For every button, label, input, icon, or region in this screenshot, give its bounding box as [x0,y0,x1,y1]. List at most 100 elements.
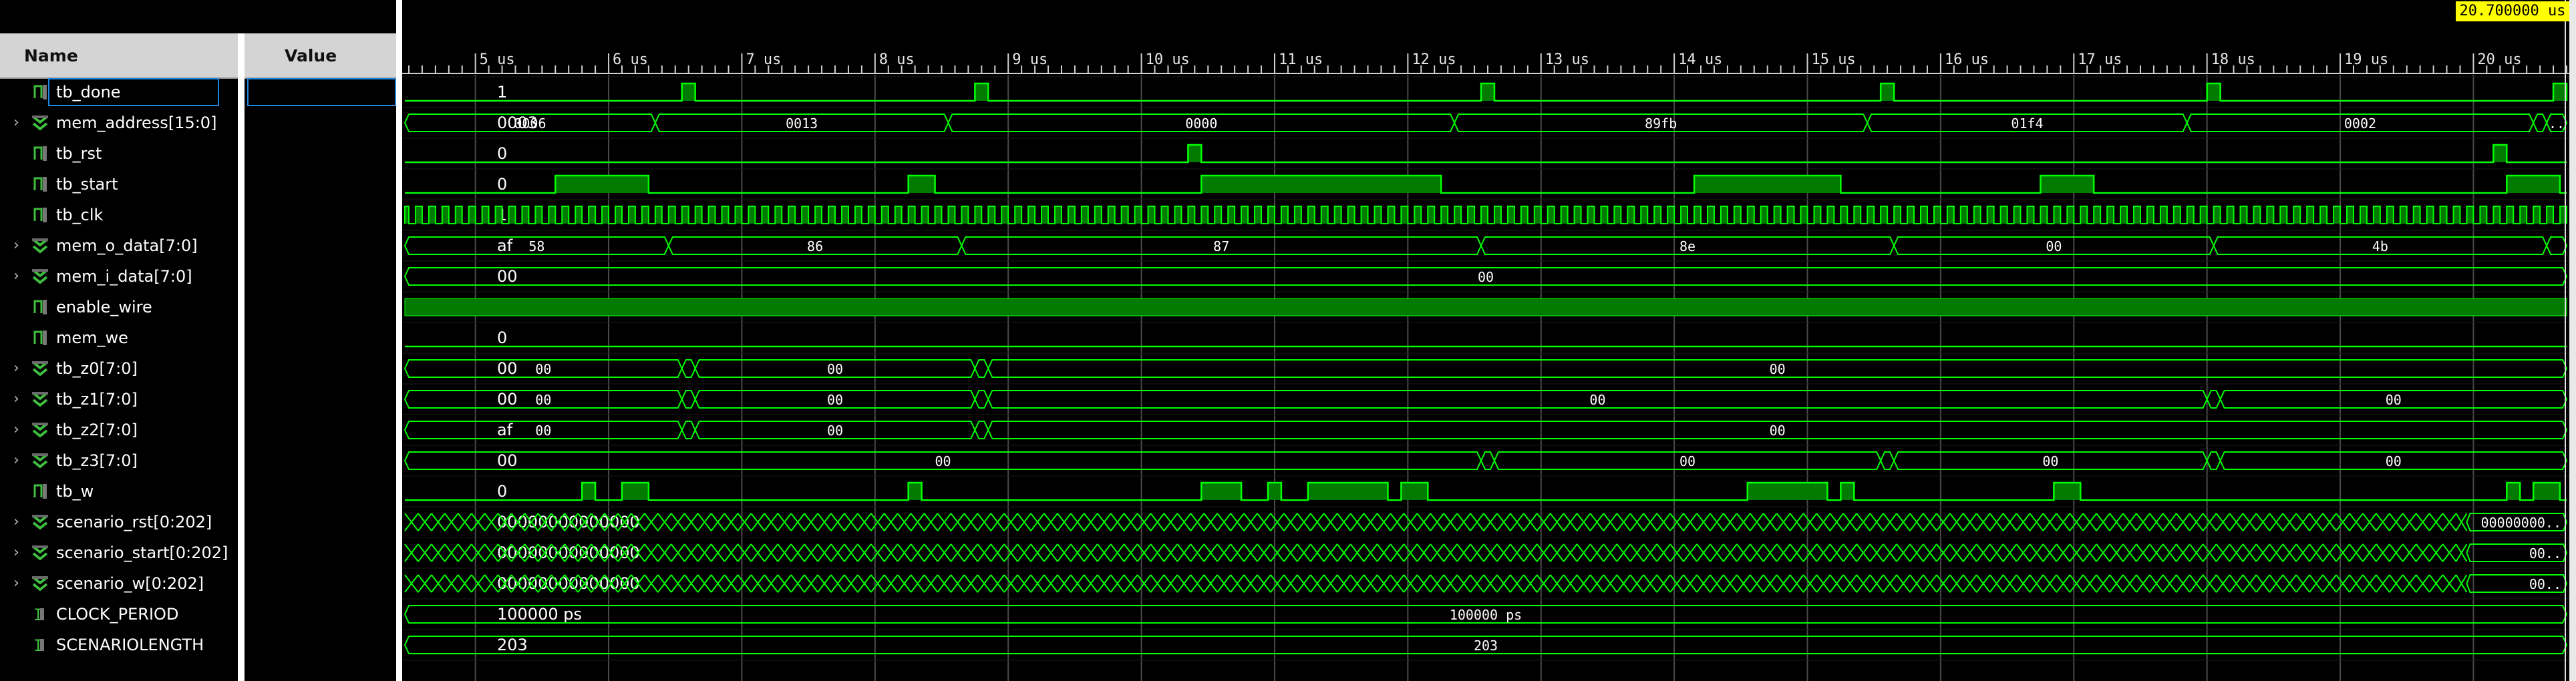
dense-bus-waveform [404,513,2468,531]
signal-row-tb-start[interactable]: tb_start [0,169,238,200]
bus-value-label: 0013 [786,116,818,132]
signal-row-scenariolength[interactable]: I SCENARIOLENGTH [0,630,238,660]
bit-waveform [405,481,2567,501]
signal-row-tb-z2-7-0[interactable]: › tb_z2[7:0] [0,415,238,445]
clock-high-fill [415,206,422,224]
signal-row-tb-z1-7-0[interactable]: › tb_z1[7:0] [0,384,238,415]
clock-high-fill [2080,206,2088,224]
bus-value-label: 00 [1478,269,1494,285]
clock-high-fill [935,206,942,224]
clock-high-fill [1414,206,1422,224]
expand-chevron-icon[interactable]: › [13,384,24,415]
clock-high-fill [708,206,715,224]
signal-row-mem-we[interactable]: mem_we [0,322,238,353]
signal-row-tb-z3-7-0[interactable]: › tb_z3[7:0] [0,445,238,476]
clock-high-fill [548,206,556,224]
clock-high-fill [1627,206,1635,224]
expand-chevron-icon[interactable]: › [13,261,24,292]
column-divider[interactable] [238,33,245,681]
clock-high-fill [948,206,955,224]
clock-high-fill [1468,206,1475,224]
bus-value-label: 0000 [1185,116,1217,132]
signal-name: CLOCK_PERIOD [56,605,179,624]
bus-signal-icon [31,384,53,415]
clock-high-fill [668,206,675,224]
clock-high-fill [1334,206,1341,224]
bus-value-label: 00 [535,392,551,408]
clock-high-fill [2094,206,2101,224]
expand-chevron-icon[interactable]: › [13,507,24,537]
clock-high-fill [2187,206,2194,224]
expand-chevron-icon[interactable]: › [13,568,24,599]
clock-high-fill [2453,206,2460,224]
clock-high-fill [895,206,902,224]
expand-chevron-icon[interactable]: › [13,107,24,138]
expand-chevron-icon[interactable]: › [13,415,24,445]
bit-waveform [405,144,2567,164]
bit-high-fill [2507,176,2561,193]
clock-high-fill [1281,206,1288,224]
pane-divider[interactable] [396,0,402,681]
signal-row-mem-address-15-0[interactable]: › mem_address[15:0] [0,107,238,138]
bus-signal-icon [31,415,53,445]
clock-high-fill [1987,206,1994,224]
name-column-header[interactable]: Name [0,33,238,79]
signal-row-mem-o-data-7-0[interactable]: › mem_o_data[7:0] [0,230,238,261]
clock-high-fill [2466,206,2474,224]
signal-name: tb_z1[7:0] [56,390,138,409]
clock-high-fill [1734,206,1741,224]
bus-value-label: 00 [935,453,951,469]
clock-high-fill [1054,206,1062,224]
signal-row-tb-rst[interactable]: tb_rst [0,138,238,169]
clock-high-fill [2173,206,2181,224]
clock-high-fill [2547,206,2554,224]
bus-value-label: 00 [1679,453,1696,469]
bus-signal-icon [31,261,53,292]
signal-row-scenario-start-0-202[interactable]: › scenario_start[0:202] [0,537,238,568]
ruler-tick-label: 18 us [2211,51,2255,68]
clock-high-fill [1121,206,1128,224]
value-column-header[interactable]: Value [245,33,396,79]
bus-value-label: 00 [827,392,843,408]
clock-high-fill [2347,206,2354,224]
bus-segment [2545,236,2568,255]
ruler-tick-label: 16 us [1945,51,1989,68]
signal-row-tb-z0-7-0[interactable]: › tb_z0[7:0] [0,353,238,384]
clock-high-fill [1667,206,1675,224]
signal-row-clock-period[interactable]: I CLOCK_PERIOD [0,599,238,630]
bit-high-fill [582,483,596,500]
signal-row-scenario-rst-0-202[interactable]: › scenario_rst[0:202] [0,507,238,537]
clock-high-fill [1321,206,1328,224]
expand-chevron-icon[interactable]: › [13,537,24,568]
bit-high-fill [908,176,935,193]
vertical-scrollbar[interactable] [2569,0,2576,681]
clock-high-fill [1947,206,1954,224]
bit-high-fill [1401,483,1428,500]
constant-high-fill [404,298,2567,316]
waveform-canvas[interactable]: 5 us 6 us 7 us 8 us 9 us 10 us 11 us 12 us 13 us… [402,0,2569,681]
signal-row-enable-wire[interactable]: enable_wire [0,292,238,322]
bus-signal-icon [31,445,53,476]
bus-value-label: 00.. [2529,576,2561,592]
clock-high-fill [468,206,476,224]
clock-high-fill [482,206,489,224]
bus-segment [681,421,696,439]
expand-chevron-icon[interactable]: › [13,353,24,384]
clock-high-fill [495,206,502,224]
bit-high-fill [621,483,649,500]
clock-high-fill [2413,206,2420,224]
clock-high-fill [748,206,756,224]
clock-high-fill [1774,206,1781,224]
signal-row-tb-clk[interactable]: tb_clk [0,200,238,230]
clock-high-fill [508,206,516,224]
clock-high-fill [1854,206,1861,224]
expand-chevron-icon[interactable]: › [13,445,24,476]
signal-row-mem-i-data-7-0[interactable]: › mem_i_data[7:0] [0,261,238,292]
signal-row-scenario-w-0-202[interactable]: › scenario_w[0:202] [0,568,238,599]
signal-row-tb-w[interactable]: tb_w [0,476,238,507]
ruler-tick-label: 7 us [746,51,781,68]
expand-chevron-icon[interactable]: › [13,230,24,261]
bus-value-label: 00 [535,423,551,439]
bit-high-fill [1481,83,1494,101]
bus-value-label: 0002 [2344,116,2376,132]
